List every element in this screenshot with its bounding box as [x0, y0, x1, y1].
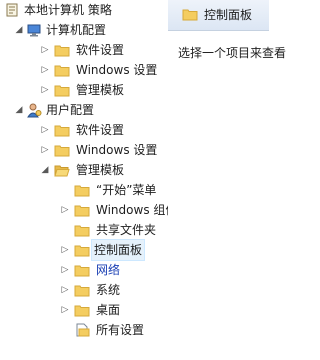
- tree-item-label: Windows 设置: [76, 63, 158, 77]
- all-settings-icon: [74, 322, 90, 338]
- folder-icon: [74, 262, 90, 278]
- tree-item-user-windows-settings[interactable]: ▷ Windows 设置: [0, 140, 168, 160]
- expand-arrow-icon[interactable]: ▷: [60, 280, 70, 300]
- folder-icon: [54, 62, 70, 78]
- tree-item-label: 软件设置: [76, 43, 125, 57]
- tree-item-label: 控制面板: [90, 239, 146, 261]
- tree-item-label: “开始”菜单: [96, 183, 157, 197]
- expand-arrow-icon[interactable]: ▷: [40, 80, 50, 100]
- user-icon: [26, 102, 42, 118]
- folder-icon: [74, 202, 90, 218]
- folder-icon: [74, 222, 90, 238]
- details-title: 控制面板: [204, 8, 253, 22]
- folder-icon: [74, 242, 90, 258]
- expand-arrow-icon[interactable]: ▷: [40, 140, 50, 160]
- details-pane: 控制面板 选择一个项目来查看: [168, 0, 286, 360]
- expand-arrow-icon[interactable]: ▷: [60, 300, 70, 320]
- tree-item-computer-config[interactable]: ◢ 计算机配置: [0, 20, 168, 40]
- collapse-arrow-icon[interactable]: ◢: [14, 20, 24, 40]
- tree-item-label: 管理模板: [76, 83, 125, 97]
- tree-item-computer-windows-settings[interactable]: ▷ Windows 设置: [0, 60, 168, 80]
- tree-item-label: Windows 组件: [96, 203, 168, 217]
- expand-arrow-icon[interactable]: ▷: [60, 200, 70, 220]
- folder-icon: [54, 142, 70, 158]
- tree-item-user-config[interactable]: ◢ 用户配置: [0, 100, 168, 120]
- tree-item-label: Windows 设置: [76, 143, 158, 157]
- expand-arrow-icon[interactable]: ▷: [40, 40, 50, 60]
- tree-item-label: 本地计算机 策略: [24, 3, 112, 17]
- tree-item-desktop[interactable]: ▷ 桌面: [0, 300, 168, 320]
- tree-item-label: 用户配置: [46, 103, 95, 117]
- collapse-arrow-icon[interactable]: ◢: [40, 160, 50, 180]
- tree-item-start-menu[interactable]: “开始”菜单: [0, 180, 168, 200]
- folder-icon: [182, 6, 198, 22]
- tree-item-label: 计算机配置: [46, 23, 107, 37]
- tree-item-shared-folders[interactable]: 共享文件夹: [0, 220, 168, 240]
- folder-icon: [74, 282, 90, 298]
- tree-item-windows-components[interactable]: ▷ Windows 组件: [0, 200, 168, 220]
- tree-item-label: 所有设置: [96, 323, 145, 337]
- tree-item-user-software-settings[interactable]: ▷ 软件设置: [0, 120, 168, 140]
- folder-icon: [74, 182, 90, 198]
- tree-item-label: 软件设置: [76, 123, 125, 137]
- tree-item-computer-admin-templates[interactable]: ▷ 管理模板: [0, 80, 168, 100]
- folder-icon: [54, 82, 70, 98]
- expand-arrow-icon[interactable]: ▷: [60, 240, 70, 260]
- details-header: 控制面板: [168, 0, 269, 31]
- tree-item-computer-software-settings[interactable]: ▷ 软件设置: [0, 40, 168, 60]
- expand-arrow-icon[interactable]: ▷: [60, 260, 70, 280]
- tree-item-label: 共享文件夹: [96, 223, 157, 237]
- folder-icon: [54, 42, 70, 58]
- tree-item-local-computer-policy[interactable]: 本地计算机 策略: [0, 0, 168, 20]
- tree-item-label: 桌面: [96, 303, 121, 317]
- collapse-arrow-icon[interactable]: ◢: [14, 100, 24, 120]
- folder-icon: [74, 302, 90, 318]
- expand-arrow-icon[interactable]: ▷: [40, 60, 50, 80]
- tree-item-label: 网络: [96, 263, 121, 277]
- tree-item-label: 系统: [96, 283, 121, 297]
- folder-icon: [54, 122, 70, 138]
- tree-item-network[interactable]: ▷ 网络: [0, 260, 168, 280]
- tree-item-system[interactable]: ▷ 系统: [0, 280, 168, 300]
- expand-arrow-icon[interactable]: ▷: [40, 120, 50, 140]
- policy-scroll-icon: [4, 2, 20, 18]
- policy-tree: 本地计算机 策略 ◢ 计算机配置 ▷ 软件设置 ▷ Windows 设置 ▷ 管…: [0, 0, 169, 360]
- tree-item-control-panel[interactable]: ▷ 控制面板: [0, 239, 168, 261]
- tree-item-all-settings[interactable]: 所有设置: [0, 320, 168, 340]
- computer-icon: [26, 22, 42, 38]
- details-description: 选择一个项目来查看: [178, 46, 287, 60]
- tree-item-label: 管理模板: [76, 163, 125, 177]
- tree-item-user-admin-templates[interactable]: ◢ 管理模板: [0, 160, 168, 180]
- folder-open-icon: [54, 162, 70, 178]
